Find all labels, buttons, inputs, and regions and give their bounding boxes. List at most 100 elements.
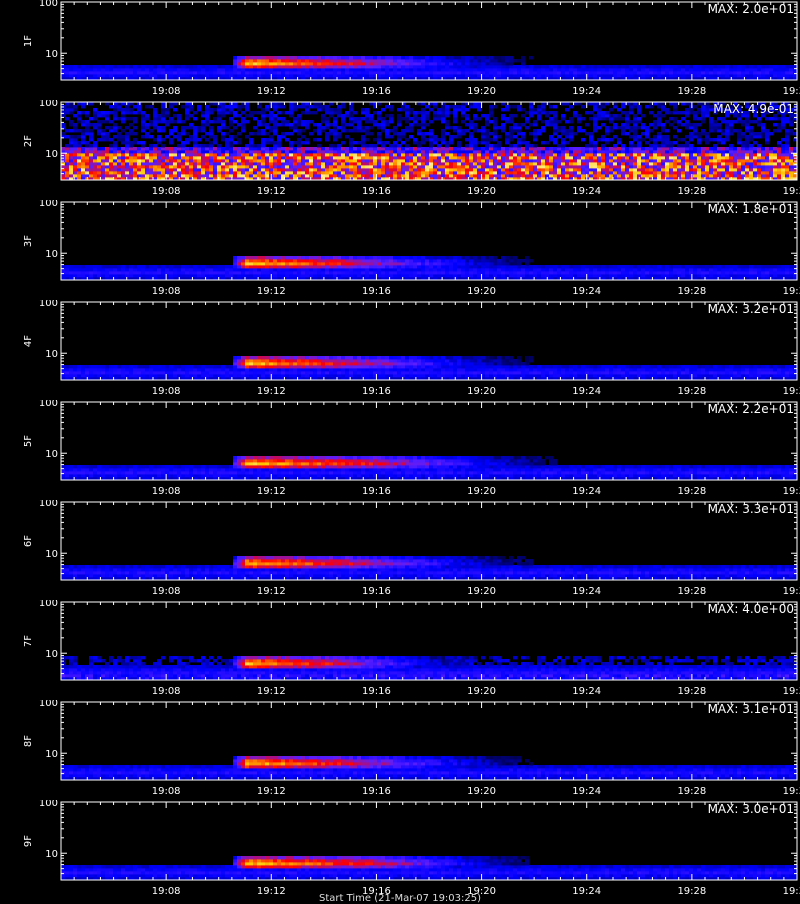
heatmap-cells — [61, 756, 797, 780]
y-tick-label: 100 — [39, 0, 58, 9]
x-tick-label: 19:16 — [362, 686, 391, 697]
x-tick-label: 19:20 — [467, 186, 496, 197]
x-tick-label: 19:20 — [467, 86, 496, 97]
heatmap-cells — [61, 256, 797, 280]
channel-label: 8F — [23, 735, 34, 747]
x-tick-label: 19:20 — [467, 786, 496, 797]
spectrogram-svg: 19:0819:1219:1619:2019:2419:2819:3210100… — [0, 800, 800, 900]
x-tick-label: 19:12 — [257, 386, 286, 397]
x-tick-label: 19:28 — [677, 686, 706, 697]
spectrogram-panel: 19:0819:1219:1619:2019:2419:2819:3210100… — [0, 400, 800, 500]
y-tick-label: 10 — [45, 749, 58, 760]
channel-label: 5F — [23, 435, 34, 447]
x-tick-label: 19:12 — [257, 786, 286, 797]
x-tick-label: 19:16 — [362, 586, 391, 597]
x-tick-label: 19:24 — [572, 86, 601, 97]
spectrogram-panel: 19:08 19:12 19:16 19:20 19:24 19:28 19:32 10 100… — [0, 500, 800, 600]
max-value-label: MAX: 2.0e+01 — [708, 2, 794, 16]
channel-label: 2F — [23, 135, 34, 147]
x-tick-label: 19:24 — [572, 386, 601, 397]
x-tick-label: 19:08 — [152, 586, 181, 597]
heatmap-cells — [61, 656, 797, 680]
spectrogram-svg: 19:0819:1219:1619:2019:2419:2819:3210100… — [0, 100, 800, 200]
x-tick-label: 19:32 — [783, 486, 800, 497]
y-tick-label: 100 — [39, 300, 58, 309]
x-tick-label: 19:28 — [677, 86, 706, 97]
heatmap-cells — [61, 556, 797, 580]
channel-label: 9F — [23, 835, 34, 847]
x-tick-label: 19:24 — [572, 486, 601, 497]
x-tick-label: 19:24 — [572, 786, 601, 797]
x-tick-label: 19:12 — [257, 586, 286, 597]
x-tick-label: 19:16 — [362, 286, 391, 297]
spectrogram-svg: 19:0819:1219:1619:2019:2419:2819:3210100… — [0, 0, 800, 100]
x-tick-label: 19:28 — [677, 486, 706, 497]
max-value-label: MAX: 3.3e+01 — [708, 502, 794, 516]
channel-label: 1F — [23, 35, 34, 47]
spectrogram-panel: 19:0819:1219:1619:2019:2419:2819:3210100… — [0, 800, 800, 900]
x-tick-label: 19:28 — [677, 286, 706, 297]
spectrogram-svg: 19:0819:1219:1619:2019:2419:2819:3210100… — [0, 300, 800, 400]
x-tick-label: 19:12 — [257, 486, 286, 497]
heatmap-cells — [61, 856, 797, 880]
channel-label: 3F — [23, 235, 34, 247]
y-tick-label: 10 — [45, 449, 58, 460]
x-tick-label: 19:08 — [152, 186, 181, 197]
x-tick-label: 19:08 — [152, 686, 181, 697]
y-tick-label: 100 — [39, 600, 58, 609]
x-tick-label: 19:12 — [257, 286, 286, 297]
x-tick-label: 19:20 — [467, 586, 496, 597]
heatmap-cells — [61, 356, 797, 380]
channel-label: 4F — [23, 335, 34, 347]
x-tick-label: 19:32 — [783, 186, 800, 197]
x-tick-label: 19:12 — [257, 186, 286, 197]
spectrogram-panel: 19:0819:1219:1619:2019:2419:2819:3210100… — [0, 700, 800, 800]
y-tick-label: 10 — [45, 349, 58, 360]
y-tick-label: 10 — [45, 249, 58, 260]
x-tick-label: 19:32 — [783, 586, 800, 597]
x-tick-label: 19:24 — [572, 586, 601, 597]
x-tick-label: 19:20 — [467, 686, 496, 697]
spectrogram-panel: 19:0819:1219:1619:2019:2419:2819:3210100… — [0, 300, 800, 400]
spectrogram-panel: 19:0819:1219:1619:2019:2419:2819:3210100… — [0, 200, 800, 300]
x-tick-label: 19:24 — [572, 186, 601, 197]
x-tick-label: 19:28 — [677, 786, 706, 797]
y-tick-label: 100 — [39, 800, 58, 809]
x-tick-label: 19:32 — [783, 286, 800, 297]
y-tick-label: 100 — [39, 700, 58, 709]
x-tick-label: 19:28 — [677, 186, 706, 197]
x-tick-label: 19:24 — [572, 286, 601, 297]
heatmap-cells — [61, 56, 797, 80]
x-tick-label: 19:24 — [572, 686, 601, 697]
x-tick-label: 19:28 — [677, 386, 706, 397]
x-tick-label: 19:16 — [362, 386, 391, 397]
x-tick-label: 19:28 — [677, 586, 706, 597]
channel-label: 7F — [23, 635, 34, 647]
x-tick-label: 19:32 — [783, 786, 800, 797]
heatmap-cells — [61, 102, 797, 180]
x-tick-label: 19:08 — [152, 386, 181, 397]
spectrogram-svg: 19:0819:1219:1619:2019:2419:2819:3210100… — [0, 200, 800, 300]
max-value-label: MAX: 4.0e+00 — [708, 602, 794, 616]
x-tick-label: 19:32 — [783, 86, 800, 97]
y-tick-label: 10 — [45, 649, 58, 660]
spectrogram-svg: 19:08 19:12 19:16 19:20 19:24 19:28 19:32 10 100… — [0, 500, 800, 600]
max-value-label: MAX: 3.2e+01 — [708, 302, 794, 316]
y-tick-label: 100 — [39, 100, 58, 109]
spectrogram-svg: 19:0819:1219:1619:2019:2419:2819:3210100… — [0, 400, 800, 500]
y-tick-label: 10 — [45, 149, 58, 160]
x-tick-label: 19:08 — [152, 786, 181, 797]
y-tick-label: 100 — [39, 500, 58, 509]
y-tick-label: 100 — [39, 200, 58, 209]
y-tick-label: 10 — [45, 549, 58, 560]
x-tick-label: 19:16 — [362, 86, 391, 97]
x-tick-label: 19:08 — [152, 486, 181, 497]
y-tick-label: 10 — [45, 849, 58, 860]
max-value-label: MAX: 3.0e+01 — [708, 802, 794, 816]
spectrogram-panel: 19:0819:1219:1619:2019:2419:2819:3210100… — [0, 600, 800, 700]
max-value-label: MAX: 4.9e-01 — [713, 102, 794, 116]
spectrogram-panel: 19:0819:1219:1619:2019:2419:2819:3210100… — [0, 0, 800, 100]
heatmap-cells — [61, 456, 797, 480]
x-tick-label: 19:12 — [257, 86, 286, 97]
channel-label: 6F — [23, 535, 34, 547]
